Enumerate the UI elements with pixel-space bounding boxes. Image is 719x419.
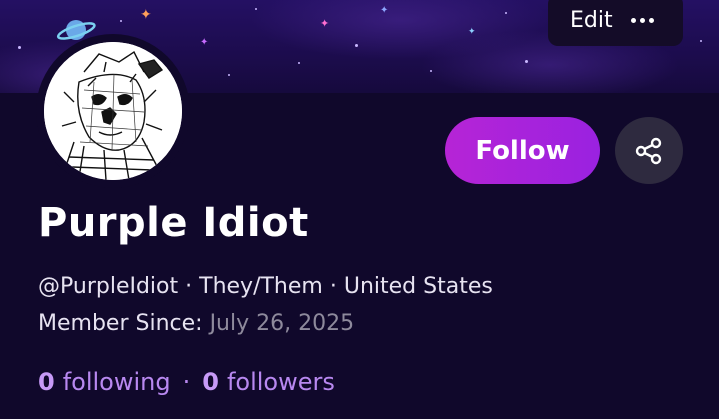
pronouns: They/Them [199, 274, 323, 299]
star-dot [298, 62, 300, 64]
member-since-date: July 26, 2025 [209, 311, 355, 336]
avatar[interactable] [44, 42, 182, 180]
following-count: 0 [38, 368, 55, 396]
followers-label: followers [226, 368, 335, 396]
star-dot [430, 70, 432, 72]
avatar-frame [36, 34, 190, 188]
sparkle-icon: ✦ [320, 17, 330, 30]
meta-separator: · [329, 274, 337, 299]
meta-separator: · [185, 274, 193, 299]
star-dot [120, 20, 122, 22]
followers-count: 0 [202, 368, 219, 396]
followers-link[interactable]: 0 followers [202, 368, 335, 396]
username-handle: @PurpleIdiot [38, 274, 179, 299]
profile-meta: @PurpleIdiot · They/Them · United States [38, 274, 493, 299]
follow-button[interactable]: Follow [445, 117, 600, 184]
member-since: Member Since: July 26, 2025 [38, 311, 354, 336]
sparkle-icon: ✦ [468, 27, 476, 37]
sparkle-icon: ✦ [200, 37, 209, 48]
star-dot [525, 60, 528, 63]
sparkle-icon: ✦ [140, 7, 152, 23]
display-name: Purple Idiot [38, 200, 309, 246]
star-dot [255, 8, 257, 10]
share-icon [635, 137, 662, 164]
star-dot [355, 44, 358, 47]
edit-profile-bar: Edit [548, 0, 683, 46]
following-link[interactable]: 0 following [38, 368, 171, 396]
following-label: following [62, 368, 171, 396]
more-horizontal-icon[interactable] [630, 17, 654, 23]
star-dot [700, 40, 702, 42]
star-dot [18, 46, 21, 49]
star-dot [228, 74, 230, 76]
sparkle-icon: ✦ [380, 5, 389, 16]
member-since-label: Member Since: [38, 311, 203, 336]
avatar-sketch-image [44, 42, 182, 180]
star-dot [505, 12, 507, 14]
location: United States [343, 274, 493, 299]
share-button[interactable] [615, 117, 683, 184]
edit-profile-button[interactable]: Edit [570, 8, 613, 33]
stats-separator: · [182, 368, 191, 396]
follow-stats: 0 following · 0 followers [38, 368, 335, 396]
